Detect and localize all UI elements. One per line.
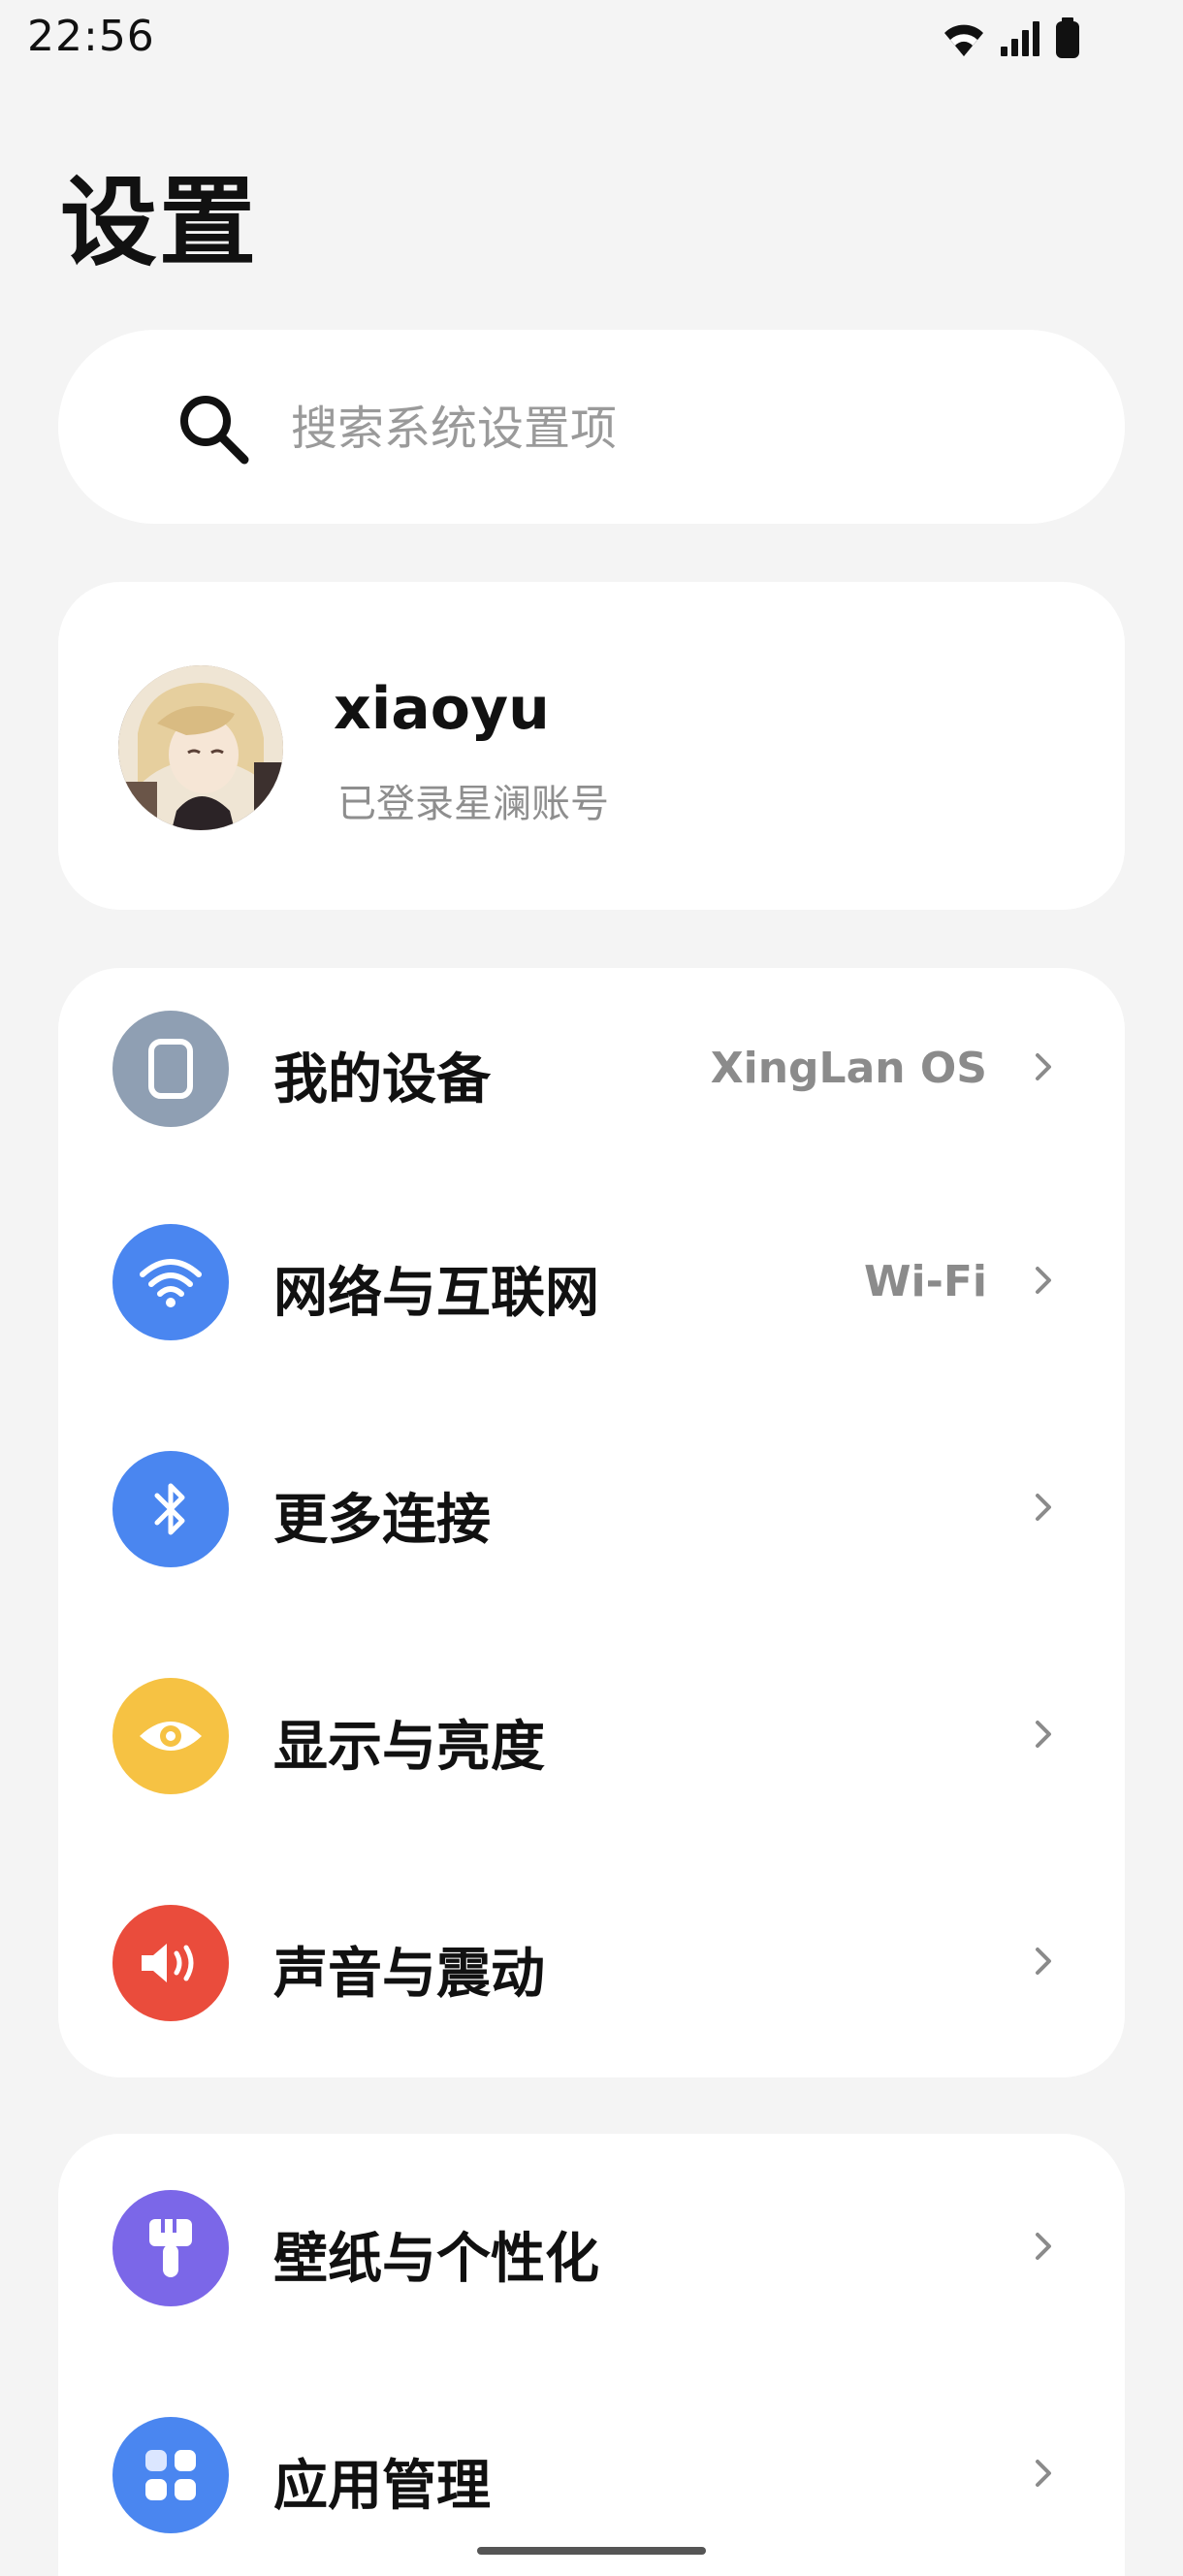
settings-item-network[interactable]: 网络与互联网 Wi-Fi: [58, 1183, 1125, 1377]
status-time: 22:56: [27, 12, 155, 61]
battery-icon: [1053, 17, 1082, 60]
settings-item-label: 我的设备: [273, 1048, 491, 1111]
chevron-right-icon: [1036, 1494, 1051, 1521]
speaker-icon: [112, 1905, 229, 2021]
chevron-right-icon: [1036, 2233, 1051, 2260]
status-bar: 22:56: [0, 0, 1183, 78]
cellular-signal-icon: [999, 19, 1041, 58]
chevron-right-icon: [1036, 1721, 1051, 1748]
settings-item-label: 应用管理: [273, 2455, 491, 2518]
settings-item-app-management[interactable]: 应用管理: [58, 2361, 1125, 2555]
home-indicator[interactable]: [477, 2547, 706, 2555]
chevron-right-icon: [1036, 2460, 1051, 2487]
settings-screen: 22:56 设置 搜索系统设置项 xiaoyu 已登录星澜账号 我的设备 Xin…: [0, 0, 1183, 2576]
search-input[interactable]: [291, 388, 1067, 469]
avatar: [118, 665, 283, 830]
chevron-right-icon: [1036, 1267, 1051, 1294]
wifi-signal-icon: [941, 19, 987, 58]
account-name: xiaoyu: [334, 675, 550, 743]
chevron-right-icon: [1036, 1948, 1051, 1975]
settings-item-label: 网络与互联网: [273, 1262, 599, 1325]
settings-item-sound[interactable]: 声音与震动: [58, 1864, 1125, 2058]
chevron-right-icon: [1036, 1053, 1051, 1080]
settings-group-main: 我的设备 XingLan OS 网络与互联网 Wi-Fi 更多连接 显示与亮度 …: [58, 968, 1125, 2077]
bluetooth-icon: [112, 1451, 229, 1567]
search-icon: [173, 388, 254, 469]
account-card[interactable]: xiaoyu 已登录星澜账号: [58, 582, 1125, 910]
wifi-icon: [112, 1224, 229, 1340]
apps-icon: [112, 2417, 229, 2533]
settings-item-more-connections[interactable]: 更多连接: [58, 1410, 1125, 1604]
page-title: 设置: [60, 166, 258, 279]
settings-item-label: 壁纸与个性化: [273, 2228, 599, 2291]
settings-item-display[interactable]: 显示与亮度: [58, 1637, 1125, 1831]
settings-item-value: XingLan OS: [710, 1044, 987, 1093]
account-status: 已登录星澜账号: [337, 782, 609, 826]
settings-item-label: 声音与震动: [273, 1943, 545, 2006]
settings-item-value: Wi-Fi: [863, 1257, 987, 1306]
search-bar[interactable]: [58, 330, 1125, 524]
brush-icon: [112, 2190, 229, 2306]
device-icon: [112, 1011, 229, 1127]
settings-item-my-device[interactable]: 我的设备 XingLan OS: [58, 968, 1125, 1162]
settings-item-wallpaper[interactable]: 壁纸与个性化: [58, 2134, 1125, 2328]
status-icons: [941, 17, 1082, 60]
eye-icon: [112, 1678, 229, 1794]
settings-item-label: 更多连接: [273, 1489, 491, 1552]
settings-item-label: 显示与亮度: [273, 1716, 545, 1779]
settings-group-personal: 壁纸与个性化 应用管理: [58, 2134, 1125, 2576]
